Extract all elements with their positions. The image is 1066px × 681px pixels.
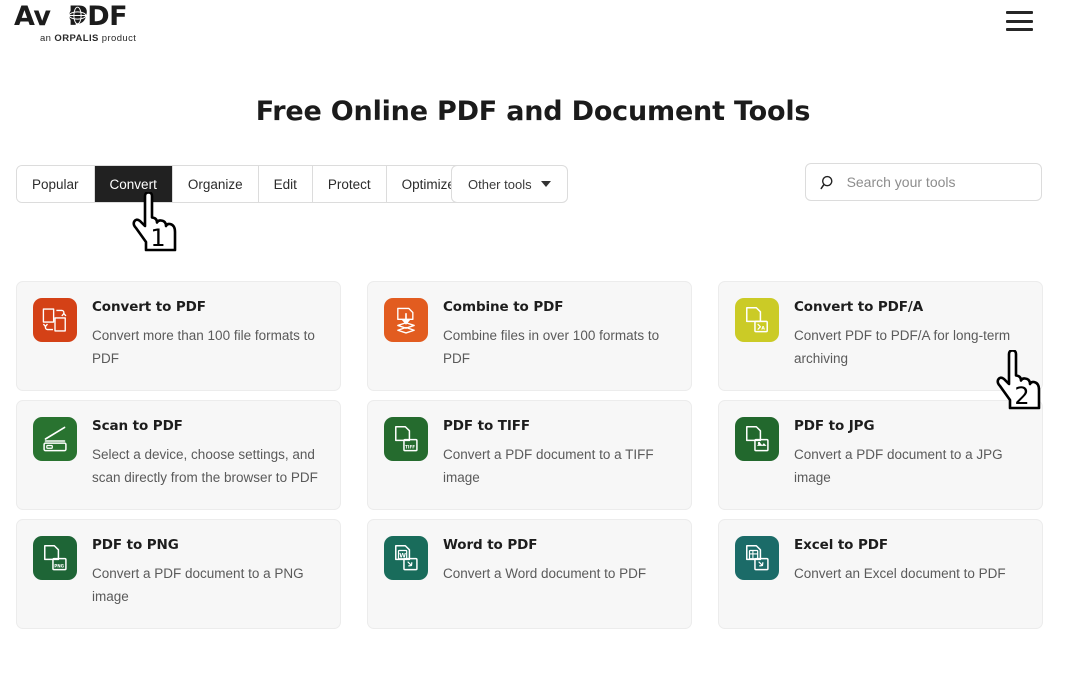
chevron-down-icon	[540, 181, 551, 187]
tab-label: Organize	[187, 176, 243, 192]
tool-card[interactable]: Convert to PDF Convert more than 100 file…	[16, 281, 341, 391]
search-input[interactable]	[846, 174, 1027, 190]
other-tools-dropdown[interactable]: Other tools	[451, 165, 568, 203]
tagline-post: product	[98, 33, 137, 44]
excel-to-pdf-icon	[735, 536, 779, 580]
tool-card[interactable]: TIFF PDF to TIFF Convert a PDF document t…	[367, 400, 692, 510]
tool-card-body: PDF to PNG Convert a PDF document to a PN…	[92, 536, 324, 614]
convert-to-pdf-icon	[33, 298, 77, 342]
tool-card-description: Combine files in over 100 formats to PDF	[443, 328, 660, 366]
tool-card-body: Convert to PDF Convert more than 100 file…	[92, 298, 324, 376]
tool-card-title: Convert to PDF/A	[794, 299, 924, 315]
tool-card-title: Combine to PDF	[443, 299, 564, 315]
tool-card-body: Word to PDF Convert a Word document to PD…	[443, 536, 646, 614]
tagline-pre: an	[40, 33, 55, 44]
hamburger-bar	[1006, 28, 1033, 31]
tool-card-description: Convert an Excel document to PDF	[794, 566, 1006, 581]
tool-card-title: Scan to PDF	[92, 418, 183, 434]
search-tools-container[interactable]	[805, 163, 1042, 201]
tools-toolbar: Popular Convert Organize Edit Protect Optimiz…	[0, 163, 1066, 213]
tool-card[interactable]: W Word to PDF Convert a Word document to …	[367, 519, 692, 629]
avepdf-logo[interactable]: AvePDF an ORPALIS product	[14, 2, 214, 54]
tab-label: Optimize	[401, 176, 455, 192]
hamburger-menu-icon[interactable]	[1006, 9, 1036, 33]
tool-card-title: Word to PDF	[443, 537, 538, 553]
tool-card-description: Convert a PDF document to a PNG image	[92, 566, 304, 604]
tool-card[interactable]: Scan to PDF Select a device, choose setti…	[16, 400, 341, 510]
tool-card[interactable]: A Convert to PDF/A Convert PDF to PDF/A f…	[718, 281, 1043, 391]
search-icon	[820, 175, 833, 189]
app-page: AvePDF an ORPALIS product Free Online PD…	[0, 0, 1066, 681]
tools-grid: Convert to PDF Convert more than 100 file…	[16, 281, 1050, 629]
tool-card-body: PDF to JPG Convert a PDF document to a JP…	[794, 417, 1026, 495]
tab-edit[interactable]: Edit	[258, 166, 313, 202]
tab-organize[interactable]: Organize	[172, 166, 259, 202]
svg-text:PNG: PNG	[54, 564, 64, 569]
pdf-to-png-icon: PNG	[33, 536, 77, 580]
tool-card[interactable]: Excel to PDF Convert an Excel document to…	[718, 519, 1043, 629]
logo-wordmark: AvePDF	[14, 1, 128, 32]
pdf-to-jpg-icon	[735, 417, 779, 461]
word-to-pdf-icon: W	[384, 536, 428, 580]
tool-card-body: Combine to PDF Combine files in over 100 …	[443, 298, 675, 376]
tool-card[interactable]: Combine to PDF Combine files in over 100 …	[367, 281, 692, 391]
globe-icon	[68, 6, 87, 25]
tool-card-description: Convert a Word document to PDF	[443, 566, 647, 581]
tab-protect[interactable]: Protect	[312, 166, 387, 202]
logo-text-left: Av	[14, 1, 51, 32]
other-tools-label: Other tools	[468, 176, 532, 192]
tool-card-description: Select a device, choose settings, and sc…	[92, 447, 318, 485]
tagline-brand: ORPALIS	[54, 33, 99, 44]
tab-label: Protect	[327, 176, 371, 192]
tab-label: Convert	[109, 176, 157, 192]
hamburger-bar	[1006, 11, 1033, 14]
hamburger-bar	[1006, 19, 1033, 23]
tab-label: Popular	[32, 176, 79, 192]
tab-convert[interactable]: Convert	[94, 166, 173, 202]
tab-label: Edit	[273, 176, 297, 192]
tool-card-body: Scan to PDF Select a device, choose setti…	[92, 417, 324, 495]
tool-card-title: PDF to TIFF	[443, 418, 531, 434]
tool-card-body: Convert to PDF/A Convert PDF to PDF/A for…	[794, 298, 1026, 376]
tool-card-title: PDF to PNG	[92, 537, 179, 553]
svg-text:TIFF: TIFF	[405, 445, 415, 450]
tool-card-title: Convert to PDF	[92, 299, 206, 315]
tool-card-body: PDF to TIFF Convert a PDF document to a T…	[443, 417, 675, 495]
category-tabs: Popular Convert Organize Edit Protect Optimiz…	[16, 165, 471, 203]
convert-to-pdfa-icon: A	[735, 298, 779, 342]
tool-card-title: Excel to PDF	[794, 537, 888, 553]
tool-card-description: Convert a PDF document to a TIFF image	[443, 447, 654, 485]
page-title: Free Online PDF and Document Tools	[255, 96, 811, 127]
tool-card-description: Convert a PDF document to a JPG image	[794, 447, 1003, 485]
scan-to-pdf-icon	[33, 417, 77, 461]
tool-card-body: Excel to PDF Convert an Excel document to…	[794, 536, 1006, 614]
combine-to-pdf-icon	[384, 298, 428, 342]
tool-card-title: PDF to JPG	[794, 418, 875, 434]
pdf-to-tiff-icon: TIFF	[384, 417, 428, 461]
tool-card-description: Convert PDF to PDF/A for long-term archi…	[794, 328, 1011, 366]
site-header: AvePDF an ORPALIS product	[0, 0, 1066, 62]
tab-popular[interactable]: Popular	[17, 166, 95, 202]
svg-text:A: A	[761, 326, 765, 332]
tool-card-description: Convert more than 100 file formats to PD…	[92, 328, 315, 366]
tool-card[interactable]: PNG PDF to PNG Convert a PDF document to …	[16, 519, 341, 629]
tool-card[interactable]: PDF to JPG Convert a PDF document to a JP…	[718, 400, 1043, 510]
logo-tagline: an ORPALIS product	[40, 33, 214, 44]
annotation-number: 1	[150, 224, 165, 252]
